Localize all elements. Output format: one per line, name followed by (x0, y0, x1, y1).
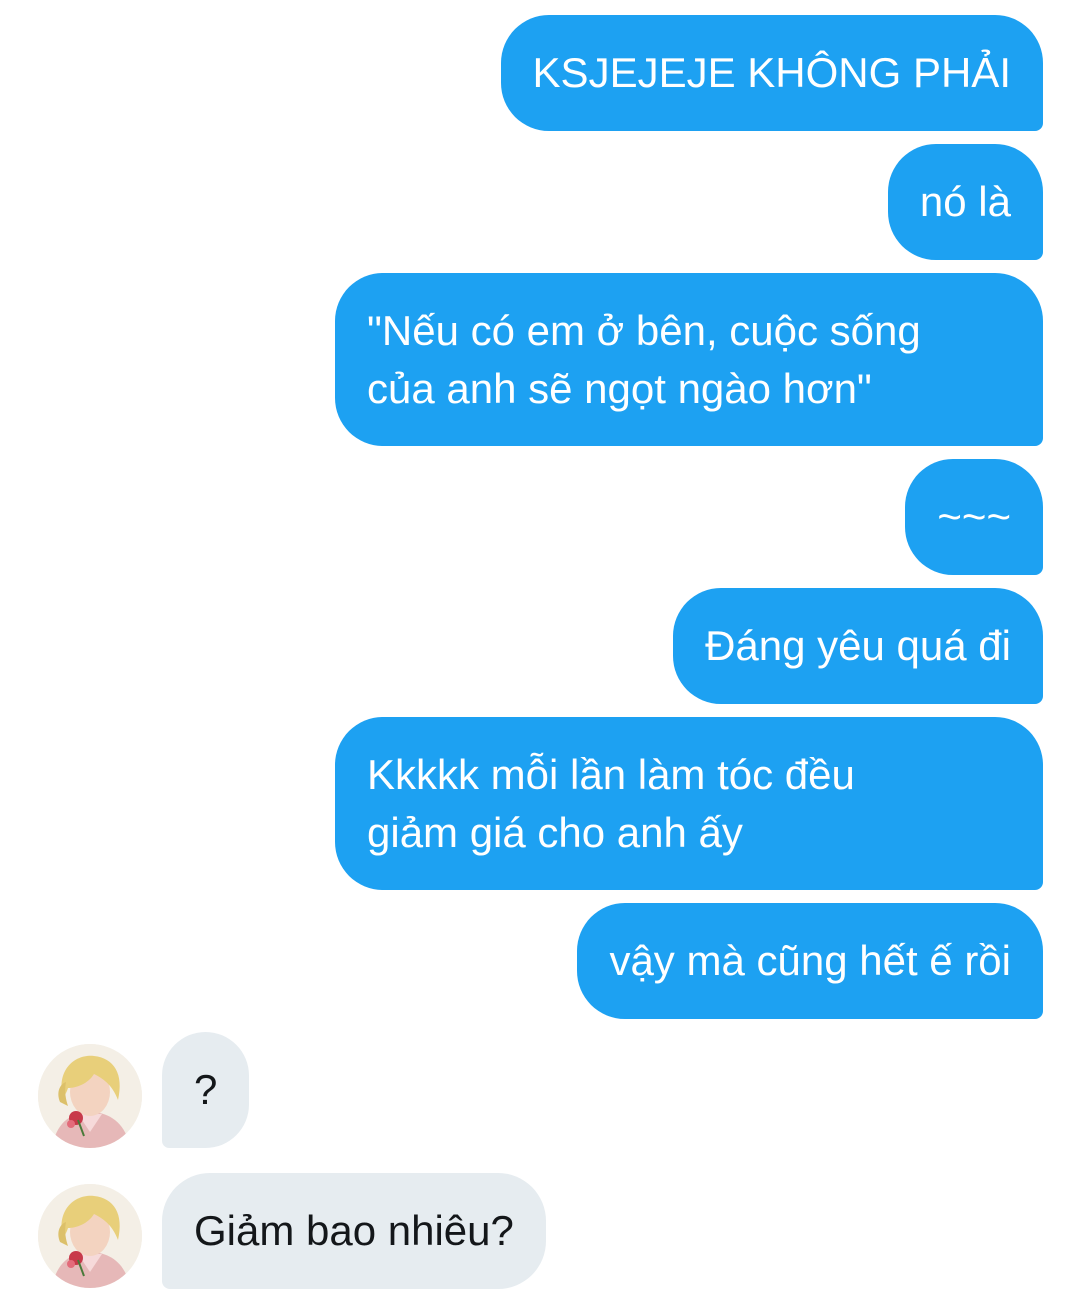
received-message[interactable]: ? (162, 1032, 250, 1148)
message-thread: KSJEJEJE KHÔNG PHẢI nó là "Nếu có em ở b… (0, 0, 1080, 1297)
user-avatar-icon (38, 1044, 142, 1148)
sent-message[interactable]: ~~~ (905, 459, 1043, 575)
received-message[interactable]: Giảm bao nhiêu? (162, 1173, 546, 1289)
sent-message[interactable]: Kkkkk mỗi lần làm tóc đều giảm giá cho a… (335, 717, 1043, 890)
sent-message[interactable]: KSJEJEJE KHÔNG PHẢI (500, 15, 1043, 131)
message-text-line: ~~~ (937, 493, 1011, 540)
sent-message[interactable]: nó là (887, 144, 1043, 260)
message-text-line: giảm giá cho anh ấy (367, 809, 743, 856)
message-text-line: "Nếu có em ở bên, cuộc sống (367, 307, 921, 354)
message-text-line: của anh sẽ ngọt ngào hơn" (367, 365, 872, 412)
sender-avatar[interactable] (38, 1044, 142, 1148)
sent-message[interactable]: Đáng yêu quá đi (673, 588, 1043, 704)
message-text-line: Đáng yêu quá đi (705, 622, 1011, 669)
sent-message[interactable]: vậy mà cũng hết ế rồi (577, 903, 1043, 1019)
message-text-line: vậy mà cũng hết ế rồi (609, 937, 1011, 984)
message-text-line: KSJEJEJE KHÔNG PHẢI (532, 49, 1011, 96)
sender-avatar[interactable] (38, 1184, 142, 1288)
message-text-line: nó là (919, 178, 1011, 225)
user-avatar-icon (38, 1184, 142, 1288)
sent-message[interactable]: "Nếu có em ở bên, cuộc sống của anh sẽ n… (335, 273, 1043, 446)
message-text-line: Giảm bao nhiêu? (194, 1207, 514, 1254)
message-text-line: Kkkkk mỗi lần làm tóc đều (367, 751, 855, 798)
message-text-line: ? (194, 1066, 218, 1113)
